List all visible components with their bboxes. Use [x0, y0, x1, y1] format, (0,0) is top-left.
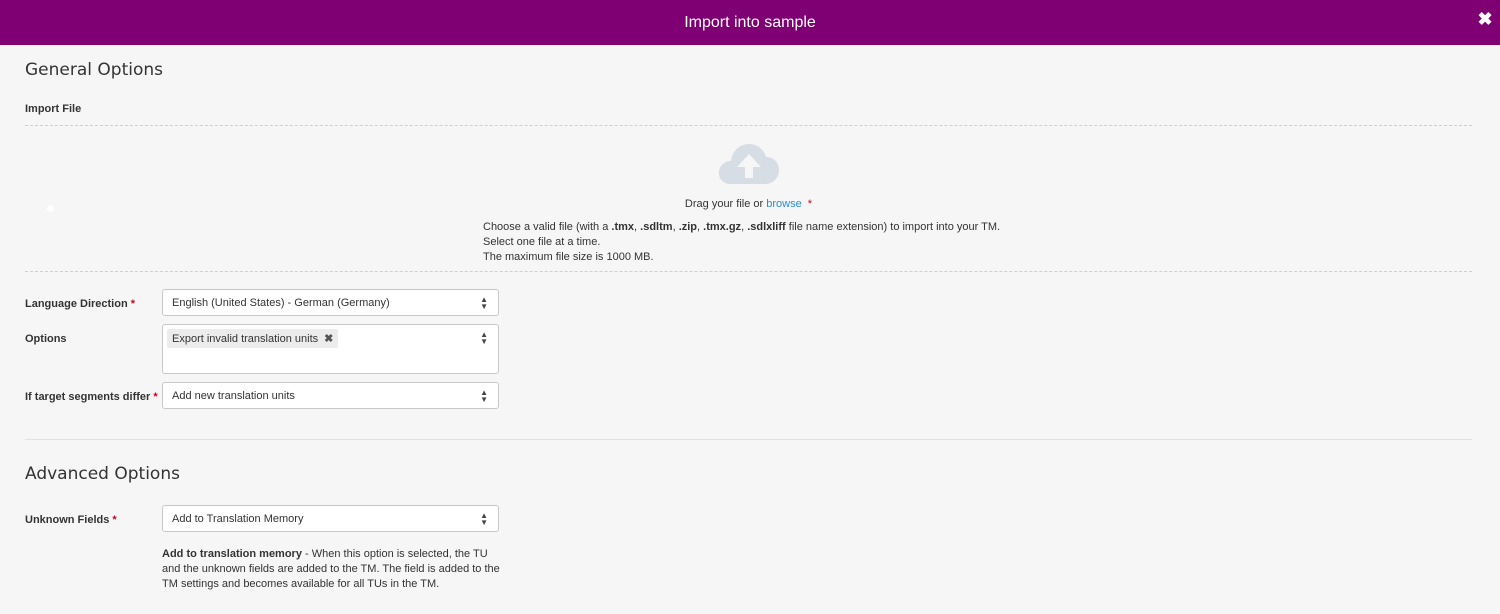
import-file-label: Import File [25, 103, 82, 115]
help-line-2: Select one file at a time. [483, 236, 601, 248]
options-multiselect[interactable]: Export invalid translation units ✖ ▲ ▼ [162, 324, 499, 374]
help-line-3: The maximum file size is 1000 MB. [483, 251, 654, 263]
advanced-options-title: Advanced Options [25, 464, 180, 484]
dialog-content: General Options Import File Drag your fi… [0, 45, 1500, 614]
select-arrows-icon: ▲ ▼ [480, 510, 488, 527]
option-chip-label: Export invalid translation units [172, 332, 319, 345]
options-label: Options [25, 333, 67, 345]
ext-tmxgz: .tmx.gz [703, 221, 742, 233]
unknown-fields-label-text: Unknown Fields [25, 514, 110, 526]
help-suffix: file name extension) to import into your… [788, 221, 1001, 233]
required-mark: * [112, 514, 117, 526]
ext-sdltm: .sdltm [640, 221, 673, 233]
help-prefix: Choose a valid file (with a [483, 221, 609, 233]
file-dropzone[interactable]: Drag your file or browse * Choose a vali… [25, 125, 1472, 272]
dialog-header: Import into sample ✖ [0, 0, 1500, 45]
ext-zip: .zip [678, 221, 698, 233]
description-bold: Add to translation memory [162, 548, 302, 560]
language-direction-label: Language Direction * [25, 298, 135, 310]
target-differ-label-text: If target segments differ [25, 391, 151, 403]
required-mark: * [153, 391, 158, 403]
unknown-fields-label: Unknown Fields * [25, 514, 117, 526]
ext-sdlxliff: .sdlxliff [747, 221, 786, 233]
dialog-title: Import into sample [684, 13, 816, 31]
select-arrows-icon: ▲ ▼ [480, 330, 488, 346]
general-options-title: General Options [25, 60, 163, 80]
drag-text-line: Drag your file or browse * [25, 198, 1472, 210]
cloud-upload-icon[interactable] [717, 140, 781, 186]
target-differ-label: If target segments differ * [25, 391, 158, 403]
drag-text: Drag your file or [684, 198, 764, 210]
section-divider [25, 439, 1472, 440]
remove-chip-icon[interactable]: ✖ [324, 332, 333, 345]
unknown-fields-description: Add to translation memory - When this op… [162, 547, 502, 592]
ext-tmx: .tmx [611, 221, 635, 233]
select-arrows-icon: ▲ ▼ [480, 294, 488, 311]
option-chip: Export invalid translation units ✖ [167, 329, 339, 348]
unknown-fields-select[interactable]: Add to Translation Memory ▲ ▼ [162, 505, 499, 532]
language-direction-label-text: Language Direction [25, 298, 128, 310]
target-differ-select[interactable]: Add new translation units ▲ ▼ [162, 382, 499, 409]
target-differ-value: Add new translation units [172, 389, 295, 402]
file-help-text: Choose a valid file (with a .tmx, .sdltm… [483, 221, 1001, 263]
required-mark: * [130, 298, 135, 310]
unknown-fields-value: Add to Translation Memory [172, 512, 304, 525]
language-direction-select[interactable]: English (United States) - German (German… [162, 289, 499, 316]
language-direction-value: English (United States) - German (German… [172, 296, 390, 309]
required-mark: * [807, 198, 813, 210]
close-icon[interactable]: ✖ [1476, 10, 1494, 28]
select-arrows-icon: ▲ ▼ [480, 387, 488, 404]
browse-link[interactable]: browse [766, 198, 801, 210]
